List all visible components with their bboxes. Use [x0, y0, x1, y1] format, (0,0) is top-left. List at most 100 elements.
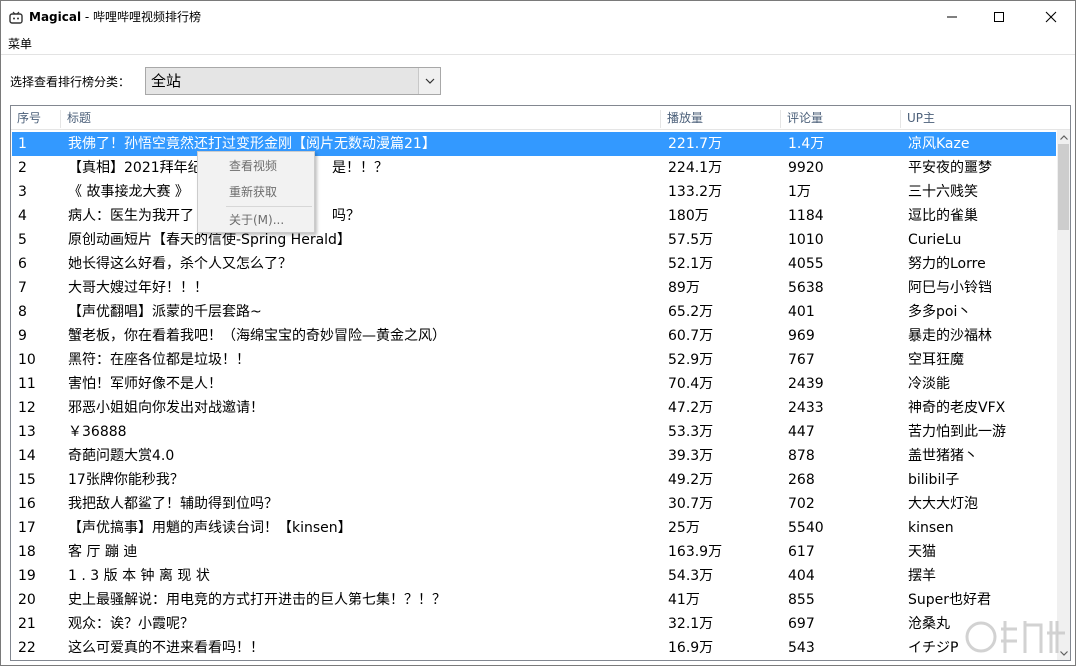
row-plays: 89万 — [668, 280, 700, 296]
row-comments: 702 — [788, 496, 815, 512]
table-row[interactable]: 20 史上最骚解说：用电竞的方式打开进击的巨人第七集！？！？ 41万 855 Super… — [12, 588, 1056, 612]
row-title: 蟹老板，你在看着我吧！（海绵宝宝的奇妙冒险—黄金之风） — [68, 328, 446, 344]
table-row[interactable]: 6 她长得这么好看，杀个人又怎么了？ 52.1万 4055 努力的Lorre — [12, 252, 1056, 276]
table-row[interactable]: 9 蟹老板，你在看着我吧！（海绵宝宝的奇妙冒险—黄金之风） 60.7万 969 暴走的沙… — [12, 324, 1056, 348]
column-header-no[interactable]: 序号 — [11, 110, 61, 128]
row-plays: 60.7万 — [668, 328, 714, 344]
table-row[interactable]: 12 邪恶小姐姐向你发出对战邀请！ 47.2万 2433 神奇的老皮VFX — [12, 396, 1056, 420]
row-plays: 57.5万 — [668, 232, 714, 248]
row-title: 【声优翻唱】派蒙的千层套路~ — [68, 304, 262, 320]
title-bar[interactable]: Magical - 哔哩哔哩视频排行榜 — [1, 1, 1075, 33]
row-number: 8 — [18, 304, 27, 320]
column-header-up[interactable]: UP主 — [901, 110, 1057, 128]
row-number: 5 — [18, 232, 27, 248]
table-row[interactable]: 16 我把敌人都鲨了！辅助得到位吗？ 30.7万 702 大大大灯泡 — [12, 492, 1056, 516]
window-title-text: 哔哩哔哩视频排行榜 — [93, 10, 202, 24]
row-uploader: 天猫 — [908, 544, 936, 560]
row-uploader: 努力的Lorre — [908, 256, 986, 272]
row-title: 我佛了！孙悟空竟然还打过变形金刚【阅片无数动漫篇21】 — [68, 136, 436, 152]
vertical-scrollbar[interactable] — [1057, 130, 1070, 660]
row-number: 7 — [18, 280, 27, 296]
row-uploader: 大大大灯泡 — [908, 496, 978, 512]
row-plays: 52.9万 — [668, 352, 714, 368]
row-plays: 52.1万 — [668, 256, 714, 272]
table-row[interactable]: 18 客 厅 蹦 迪 163.9万 617 天猫 — [12, 540, 1056, 564]
minimize-button[interactable] — [929, 1, 975, 33]
row-comments: 1184 — [788, 208, 824, 224]
row-number: 2 — [18, 160, 27, 176]
context-item-refresh[interactable]: 重新获取 — [198, 180, 314, 204]
row-plays: 53.3万 — [668, 424, 714, 440]
row-plays: 32.1万 — [668, 616, 714, 632]
column-header-title[interactable]: 标题 — [61, 110, 661, 128]
close-icon — [1045, 11, 1057, 23]
row-title: 【声优搞事】用魈的声线读台词！【kinsen】 — [68, 520, 352, 536]
row-plays: 39.3万 — [668, 448, 714, 464]
menu-item-main[interactable]: 菜单 — [8, 36, 32, 52]
ranking-list[interactable]: 序号 标题 播放量 评论量 UP主 1 我佛了！孙悟空竟然还打过变形金刚【阅片无数… — [10, 105, 1071, 661]
row-plays: 70.4万 — [668, 376, 714, 392]
dropdown-arrow[interactable] — [418, 68, 440, 94]
table-row[interactable]: 10 黑符：在座各位都是垃圾！！ 52.9万 767 空耳狂魔 — [12, 348, 1056, 372]
table-row[interactable]: 8 【声优翻唱】派蒙的千层套路~ 65.2万 401 多多poi丶 — [12, 300, 1056, 324]
app-icon — [9, 10, 23, 24]
row-uploader: 暴走的沙福林 — [908, 328, 992, 344]
table-row[interactable]: 22 这么可爱真的不进来看看吗！！ 16.9万 543 イチジP — [12, 636, 1056, 660]
row-comments: 969 — [788, 328, 815, 344]
context-item-view-video[interactable]: 查看视频 — [198, 154, 314, 178]
table-row[interactable]: 15 17张牌你能秒我？ 49.2万 268 bilibil子 — [12, 468, 1056, 492]
row-comments: 4055 — [788, 256, 824, 272]
row-title: 1 . 3 版 本 钟 离 现 状 — [68, 568, 210, 584]
category-select[interactable]: 全站 — [145, 67, 441, 95]
row-plays: 49.2万 — [668, 472, 714, 488]
row-uploader: Super也好君 — [908, 592, 992, 608]
table-row[interactable]: 7 大哥大嫂过年好！！！ 89万 5638 阿巳与小铃铛 — [12, 276, 1056, 300]
table-row[interactable]: 19 1 . 3 版 本 钟 离 现 状 54.3万 404 摆羊 — [12, 564, 1056, 588]
maximize-icon — [994, 12, 1004, 22]
table-row[interactable]: 14 奇葩问题大赏4.0 39.3万 878 盖世猪猪丶 — [12, 444, 1056, 468]
minimize-icon — [947, 16, 957, 18]
table-row[interactable]: 11 害怕！军师好像不是人！ 70.4万 2439 冷淡能 — [12, 372, 1056, 396]
row-number: 11 — [18, 376, 36, 392]
app-window: Magical - 哔哩哔哩视频排行榜 菜单 选择查看排行榜分类： 全站 序号 … — [0, 0, 1076, 666]
scroll-thumb[interactable] — [1058, 144, 1069, 230]
row-uploader: 阿巳与小铃铛 — [908, 280, 992, 296]
close-button[interactable] — [1028, 1, 1074, 33]
column-header-plays[interactable]: 播放量 — [661, 110, 781, 128]
row-title: 黑符：在座各位都是垃圾！！ — [68, 352, 250, 368]
chevron-down-icon — [425, 78, 434, 84]
row-plays: 65.2万 — [668, 304, 714, 320]
row-comments: 9920 — [788, 160, 824, 176]
context-item-about[interactable]: 关于(M)... — [198, 208, 314, 232]
scroll-up-button[interactable] — [1057, 130, 1070, 144]
row-uploader: 神奇的老皮VFX — [908, 400, 1006, 416]
row-uploader: 多多poi丶 — [908, 304, 972, 320]
row-plays: 221.7万 — [668, 136, 723, 152]
row-number: 12 — [18, 400, 36, 416]
table-row[interactable]: 3 《 故事接龙大赛 》 133.2万 1万 三十六贱笑 — [12, 180, 1056, 204]
table-row[interactable]: 2 【真相】2021拜年纪 224.1万 9920 平安夜的噩梦 是！！？ — [12, 156, 1056, 180]
table-row[interactable]: 21 观众：诶？小霞呢？ 32.1万 697 沧桑丸 — [12, 612, 1056, 636]
row-plays: 180万 — [668, 208, 709, 224]
row-plays: 25万 — [668, 520, 700, 536]
row-uploader: bilibil子 — [908, 472, 960, 488]
row-title: 她长得这么好看，杀个人又怎么了？ — [68, 256, 292, 272]
table-row[interactable]: 4 病人：医生为我开了 180万 1184 逗比的雀巢 吗？ — [12, 204, 1056, 228]
table-row[interactable]: 1 我佛了！孙悟空竟然还打过变形金刚【阅片无数动漫篇21】 221.7万 1.4万 凉风… — [12, 132, 1056, 156]
table-row[interactable]: 5 原创动画短片【春天的信使-Spring Herald】 57.5万 1010 Cur… — [12, 228, 1056, 252]
table-row[interactable]: 17 【声优搞事】用魈的声线读台词！【kinsen】 25万 5540 kinsen — [12, 516, 1056, 540]
row-comments: 2433 — [788, 400, 824, 416]
title-separator: - — [81, 10, 94, 24]
row-comments: 767 — [788, 352, 815, 368]
row-title: 我把敌人都鲨了！辅助得到位吗？ — [68, 496, 278, 512]
maximize-button[interactable] — [976, 1, 1022, 33]
row-comments: 5540 — [788, 520, 824, 536]
row-comments: 878 — [788, 448, 815, 464]
row-plays: 54.3万 — [668, 568, 714, 584]
table-row[interactable]: 13 ￥36888 53.3万 447 苦力怕到此一游 — [12, 420, 1056, 444]
row-plays: 224.1万 — [668, 160, 723, 176]
row-title: 原创动画短片【春天的信使-Spring Herald】 — [68, 232, 351, 248]
app-name: Magical — [29, 10, 82, 24]
column-header-comments[interactable]: 评论量 — [781, 110, 901, 128]
row-title-tail: 是！！？ — [332, 160, 388, 176]
